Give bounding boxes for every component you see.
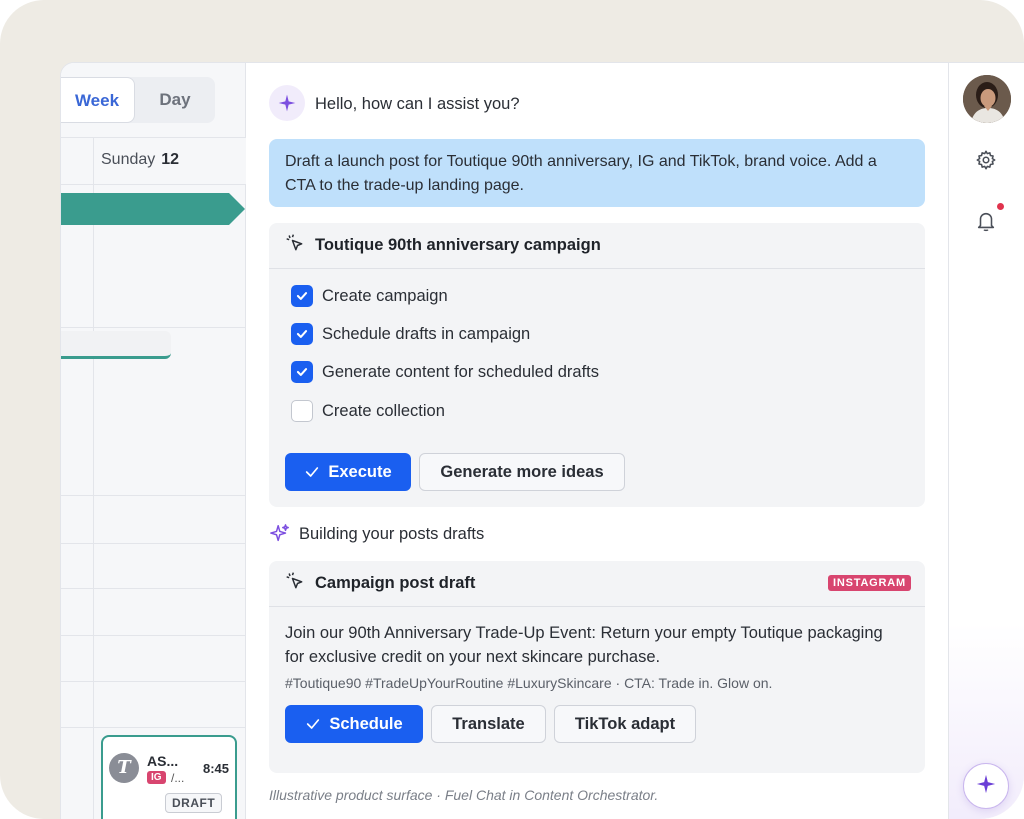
task-create-collection[interactable]: Create collection xyxy=(291,400,445,422)
check-icon xyxy=(305,716,321,732)
grid-line xyxy=(61,495,246,496)
task-create-campaign[interactable]: Create campaign xyxy=(291,285,448,307)
chat-panel: Hello, how can I assist you? Draft a lau… xyxy=(247,63,947,819)
cursor-click-icon xyxy=(285,233,305,258)
day-label: Sunday 12 xyxy=(101,151,179,169)
post-hashtags: #Toutique90 #TradeUpYourRoutine #LuxuryS… xyxy=(285,675,773,691)
post-account-name: AS... xyxy=(147,753,179,769)
task-schedule-drafts[interactable]: Schedule drafts in campaign xyxy=(291,323,530,345)
card-header: Campaign post draft xyxy=(269,561,925,607)
day-number: 12 xyxy=(161,151,180,168)
day-name: Sunday xyxy=(101,151,156,168)
task-label: Generate content for scheduled drafts xyxy=(322,362,600,381)
footnote: Illustrative product surface · Fuel Chat… xyxy=(269,787,659,803)
user-avatar[interactable] xyxy=(963,75,1011,123)
calendar-event[interactable] xyxy=(61,331,171,359)
post-time: 8:45 xyxy=(202,761,229,776)
instagram-badge: IG xyxy=(147,771,166,784)
calendar-panel: Week Day Sunday 12 T AS... 8:45 IG /... … xyxy=(61,63,246,819)
campaign-bar-arrow xyxy=(229,193,245,225)
execute-label: Execute xyxy=(328,462,392,481)
campaign-title: Toutique 90th anniversary campaign xyxy=(315,236,601,254)
sparkle-icon xyxy=(269,523,291,550)
schedule-button[interactable]: Schedule xyxy=(285,705,423,743)
cursor-click-icon xyxy=(285,571,305,596)
translate-button[interactable]: Translate xyxy=(431,705,546,743)
tab-week[interactable]: Week xyxy=(61,77,135,123)
draft-badge: DRAFT xyxy=(165,793,223,813)
post-body-text: Join our 90th Anniversary Trade-Up Event… xyxy=(285,624,883,666)
schedule-label: Schedule xyxy=(329,714,403,733)
assistant-fab-button[interactable] xyxy=(963,763,1009,809)
tab-day[interactable]: Day xyxy=(135,77,215,123)
checkbox-checked[interactable] xyxy=(291,323,313,345)
checkbox-unchecked[interactable] xyxy=(291,400,313,422)
bell-icon[interactable] xyxy=(975,209,997,238)
task-label: Create collection xyxy=(322,401,445,420)
post-more-platforms: /... xyxy=(171,771,185,785)
gear-icon[interactable] xyxy=(975,149,997,176)
view-switcher: Week Day xyxy=(61,77,215,123)
card-header: Toutique 90th anniversary campaign xyxy=(269,223,925,269)
scheduled-post-card[interactable]: T AS... 8:45 IG /... DRAFT xyxy=(101,735,237,819)
execute-button[interactable]: Execute xyxy=(285,453,411,491)
draft-title: Campaign post draft xyxy=(315,574,476,592)
task-generate-content[interactable]: Generate content for scheduled drafts xyxy=(291,361,599,383)
generate-more-ideas-button[interactable]: Generate more ideas xyxy=(419,453,625,491)
instagram-badge: INSTAGRAM xyxy=(828,575,911,591)
notification-dot xyxy=(997,203,1004,210)
grid-line xyxy=(61,727,246,728)
grid-line xyxy=(61,543,246,544)
checkbox-checked[interactable] xyxy=(291,285,313,307)
task-label: Create campaign xyxy=(322,286,448,305)
grid-line xyxy=(61,635,246,636)
campaign-bar[interactable] xyxy=(61,193,229,225)
sparkle-icon xyxy=(975,773,997,800)
post-draft-card: Campaign post draft INSTAGRAM Join our 9… xyxy=(269,561,925,773)
campaign-plan-card: Toutique 90th anniversary campaign Creat… xyxy=(269,223,925,507)
grid-line xyxy=(61,588,246,589)
assistant-greeting: Hello, how can I assist you? xyxy=(315,95,520,113)
grid-line xyxy=(61,681,246,682)
right-rail xyxy=(948,63,1024,819)
brand-avatar: T xyxy=(109,753,139,783)
task-label: Schedule drafts in campaign xyxy=(322,324,531,343)
time-column-divider xyxy=(93,137,94,819)
checkbox-checked[interactable] xyxy=(291,361,313,383)
assistant-sparkle-icon xyxy=(269,85,305,121)
check-icon xyxy=(304,464,320,480)
app-frame: Week Day Sunday 12 T AS... 8:45 IG /... … xyxy=(0,0,1024,819)
user-message: Draft a launch post for Toutique 90th an… xyxy=(269,139,925,207)
tiktok-adapt-button[interactable]: TikTok adapt xyxy=(554,705,696,743)
app-window: Week Day Sunday 12 T AS... 8:45 IG /... … xyxy=(60,62,1024,819)
grid-line xyxy=(61,327,246,328)
status-text: Building your posts drafts xyxy=(299,525,485,543)
